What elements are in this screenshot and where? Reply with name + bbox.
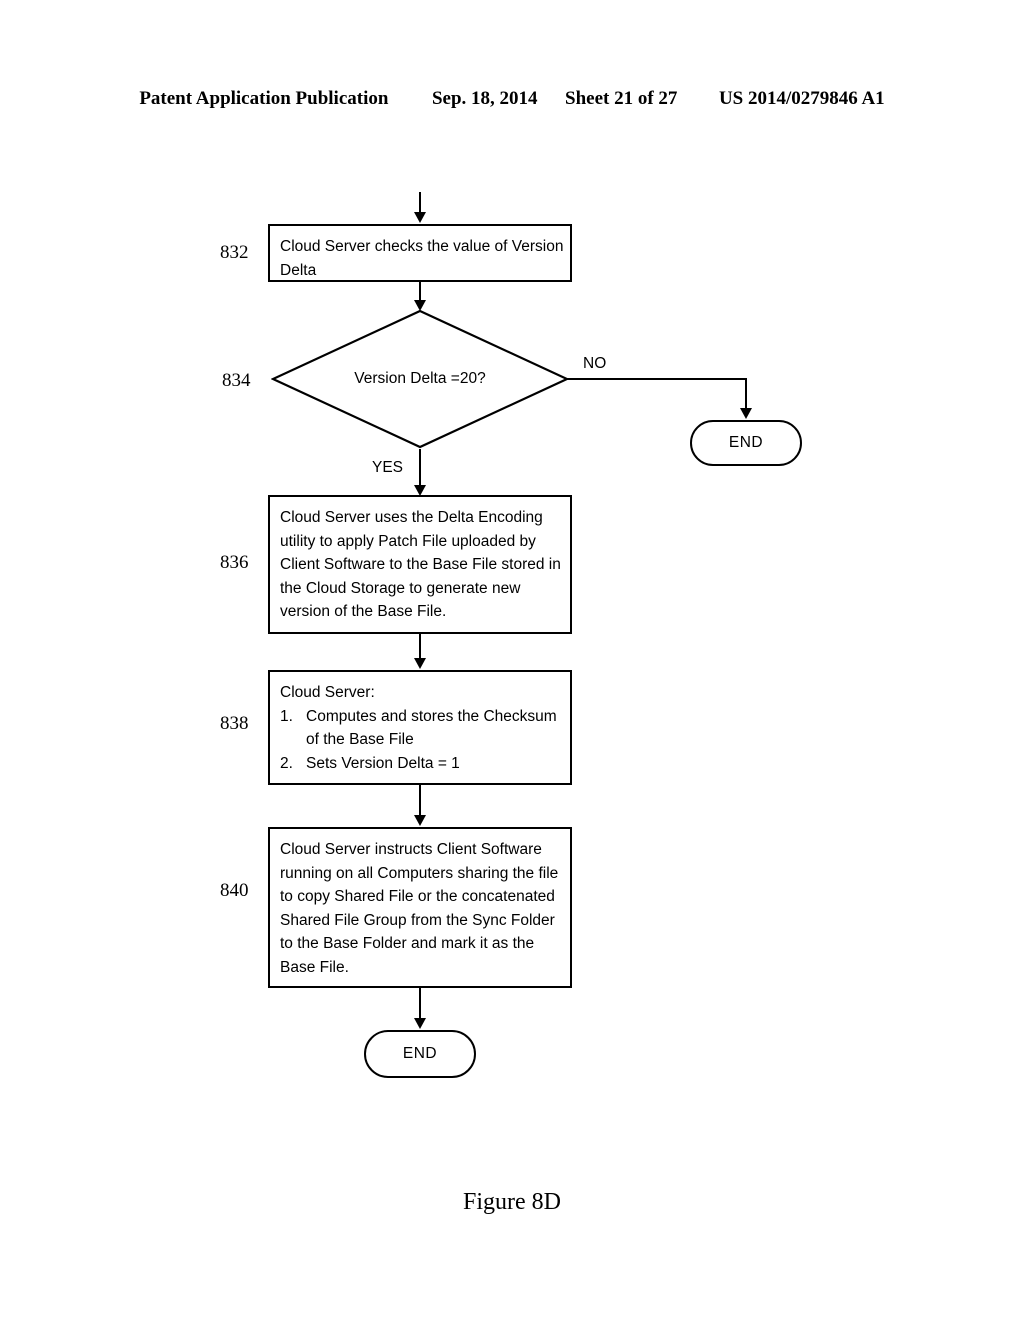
ref-numeral-838: 838 — [220, 713, 249, 734]
ref-numeral-836: 836 — [220, 552, 249, 573]
process-box-840-line-4: Shared File Group from the Sync Folder — [280, 911, 555, 929]
connector-836-838-line — [419, 634, 421, 660]
figure-caption: Figure 8D — [463, 1189, 561, 1215]
process-box-836-line-3: Client Software to the Base File stored … — [280, 556, 561, 573]
connector-no-vertical — [745, 378, 747, 410]
process-box-836-line-4: the Cloud Storage to generate new — [280, 579, 521, 597]
ref-numeral-840: 840 — [220, 880, 249, 901]
process-box-832-line-1: Cloud Server checks the value of Version — [280, 238, 564, 255]
process-box-838: Cloud Server: 1. Computes and stores the… — [268, 670, 572, 785]
terminator-end-final-label: END — [402, 1045, 438, 1062]
connector-838-840-arrowhead — [414, 815, 426, 826]
connector-832-834-line — [419, 282, 421, 302]
terminator-end-no: END — [690, 420, 802, 466]
header-patent-number: US 2014/0279846 A1 — [718, 88, 885, 109]
process-box-838-item-2-number: 2. — [280, 754, 293, 772]
decision-label-834: Version Delta =20? — [354, 370, 486, 387]
connector-entry-arrowhead — [414, 212, 426, 223]
process-box-838-item-1-line-2: of the Base File — [306, 731, 414, 748]
decision-diamond-834: Version Delta =20? — [271, 309, 569, 449]
connector-840-end-line — [419, 988, 421, 1020]
process-box-836-line-1: Cloud Server uses the Delta Encoding — [280, 509, 543, 526]
branch-label-yes: YES — [372, 459, 404, 476]
ref-numeral-834: 834 — [222, 370, 251, 391]
connector-yes-line — [419, 449, 421, 487]
process-box-840-line-1: Cloud Server instructs Client Software — [280, 841, 542, 858]
connector-entry-line — [419, 192, 421, 214]
process-box-836-line-2: utility to apply Patch File uploaded by — [280, 532, 536, 550]
connector-no-arrowhead — [740, 408, 752, 419]
patent-header: Patent Application Publication Sep. 18, … — [0, 88, 1024, 110]
process-box-840-line-2: running on all Computers sharing the fil… — [280, 864, 559, 882]
process-box-832-line-2: Delta — [280, 261, 317, 279]
connector-no-horizontal — [567, 378, 747, 380]
process-box-840: Cloud Server instructs Client Software r… — [268, 827, 572, 988]
terminator-end-final: END — [364, 1030, 476, 1078]
header-publication: Patent Application Publication — [139, 88, 389, 109]
header-date: Sep. 18, 2014 — [431, 88, 538, 109]
branch-label-no: NO — [583, 355, 607, 372]
process-box-836: Cloud Server uses the Delta Encoding uti… — [268, 495, 572, 634]
process-box-838-item-1-line-1: Computes and stores the Checksum — [306, 707, 557, 725]
process-box-838-heading: Cloud Server: — [280, 684, 375, 701]
header-sheet: Sheet 21 of 27 — [565, 88, 678, 109]
process-box-838-item-1-number: 1. — [280, 707, 293, 725]
process-box-838-item-2-line-1: Sets Version Delta = 1 — [306, 754, 460, 772]
ref-numeral-832: 832 — [220, 242, 249, 263]
process-box-838-item-1: 1. Computes and stores the Checksum — [280, 705, 570, 729]
patent-figure-page: Patent Application Publication Sep. 18, … — [0, 0, 1024, 1320]
process-box-840-line-6: Base File. — [280, 958, 349, 976]
process-box-840-line-3: to copy Shared File or the concatenated — [280, 888, 555, 905]
terminator-end-no-label: END — [728, 434, 764, 451]
process-box-840-line-5: to the Base Folder and mark it as the — [280, 935, 535, 952]
process-box-836-line-5: version of the Base File. — [280, 603, 447, 620]
process-box-832: Cloud Server checks the value of Version… — [268, 224, 572, 282]
connector-840-end-arrowhead — [414, 1018, 426, 1029]
process-box-838-item-2: 2. Sets Version Delta = 1 — [280, 752, 570, 776]
connector-836-838-arrowhead — [414, 658, 426, 669]
connector-838-840-line — [419, 785, 421, 817]
